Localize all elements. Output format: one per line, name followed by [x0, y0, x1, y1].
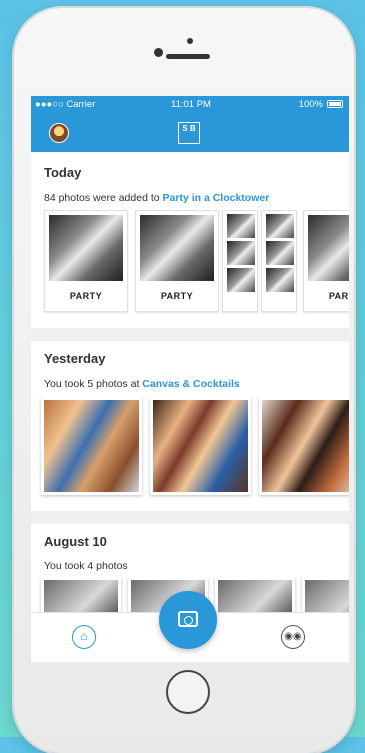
- section-title: Yesterday: [44, 351, 106, 366]
- sensor-dot: [154, 48, 163, 57]
- photo-strip[interactable]: [31, 397, 349, 501]
- camera-button[interactable]: [159, 591, 217, 649]
- event-link[interactable]: Canvas & Cocktails: [142, 378, 239, 390]
- subtitle-text: 84 photos were added to: [44, 192, 163, 204]
- photo-card[interactable]: PARTY: [44, 210, 128, 312]
- card-label: PARTY: [160, 291, 194, 301]
- camera-icon: [178, 611, 198, 627]
- home-icon[interactable]: ⌂: [72, 625, 96, 649]
- binoculars-icon[interactable]: ◉◉: [281, 625, 305, 649]
- section-title: August 10: [44, 534, 107, 549]
- home-button[interactable]: [166, 670, 210, 714]
- photo[interactable]: [41, 397, 142, 495]
- section-divider: [31, 328, 349, 341]
- app-header: S B: [31, 114, 349, 152]
- app-screen: ●●●○○ Carrier 11:01 PM 100% S B Today 84…: [31, 96, 349, 662]
- feed[interactable]: Today 84 photos were added to Party in a…: [31, 152, 349, 614]
- photo[interactable]: [150, 397, 251, 495]
- photo: [49, 215, 123, 281]
- card-label: PARTY: [69, 291, 103, 301]
- photo: [227, 268, 255, 292]
- photo: [227, 214, 255, 238]
- photo: [227, 241, 255, 265]
- section-subtitle: You took 5 photos at Canvas & Cocktails: [44, 378, 240, 390]
- section-today: Today 84 photos were added to Party in a…: [31, 152, 349, 322]
- photo[interactable]: [41, 577, 121, 614]
- event-link[interactable]: Party in a Clocktower: [163, 192, 270, 204]
- photo: [140, 215, 214, 281]
- section-yesterday: Yesterday You took 5 photos at Canvas & …: [31, 341, 349, 511]
- photo-strip-card[interactable]: [261, 210, 297, 312]
- subtitle-text: You took 5 photos at: [44, 378, 143, 390]
- earpiece-speaker: [166, 54, 210, 59]
- battery-icon: [327, 100, 343, 108]
- photo: [266, 214, 294, 238]
- photo-card[interactable]: PARTY: [303, 210, 349, 312]
- card-label: PARTY: [328, 291, 349, 301]
- photo: [266, 268, 294, 292]
- section-subtitle: 84 photos were added to Party in a Clock…: [44, 192, 269, 204]
- photo-card[interactable]: PARTY: [135, 210, 219, 312]
- photo[interactable]: [302, 577, 349, 614]
- status-bar: ●●●○○ Carrier 11:01 PM 100%: [31, 96, 349, 114]
- photo-strip-card[interactable]: [222, 210, 258, 312]
- section-subtitle: You took 4 photos: [44, 560, 128, 572]
- battery-percent: 100%: [298, 99, 323, 110]
- photo[interactable]: [215, 577, 295, 614]
- avatar[interactable]: [49, 123, 69, 143]
- photo: [266, 241, 294, 265]
- front-camera: [187, 38, 193, 44]
- app-logo: S B: [178, 122, 200, 144]
- section-divider: [31, 511, 349, 524]
- section-title: Today: [44, 165, 82, 180]
- photo-strip[interactable]: PARTY PARTY PARTY: [31, 210, 349, 314]
- clock: 11:01 PM: [171, 99, 211, 110]
- tab-bar: ⌂ ◉◉: [31, 591, 349, 662]
- carrier-label: ●●●○○ Carrier: [35, 99, 96, 110]
- photo: [308, 215, 349, 281]
- photo[interactable]: [259, 397, 349, 495]
